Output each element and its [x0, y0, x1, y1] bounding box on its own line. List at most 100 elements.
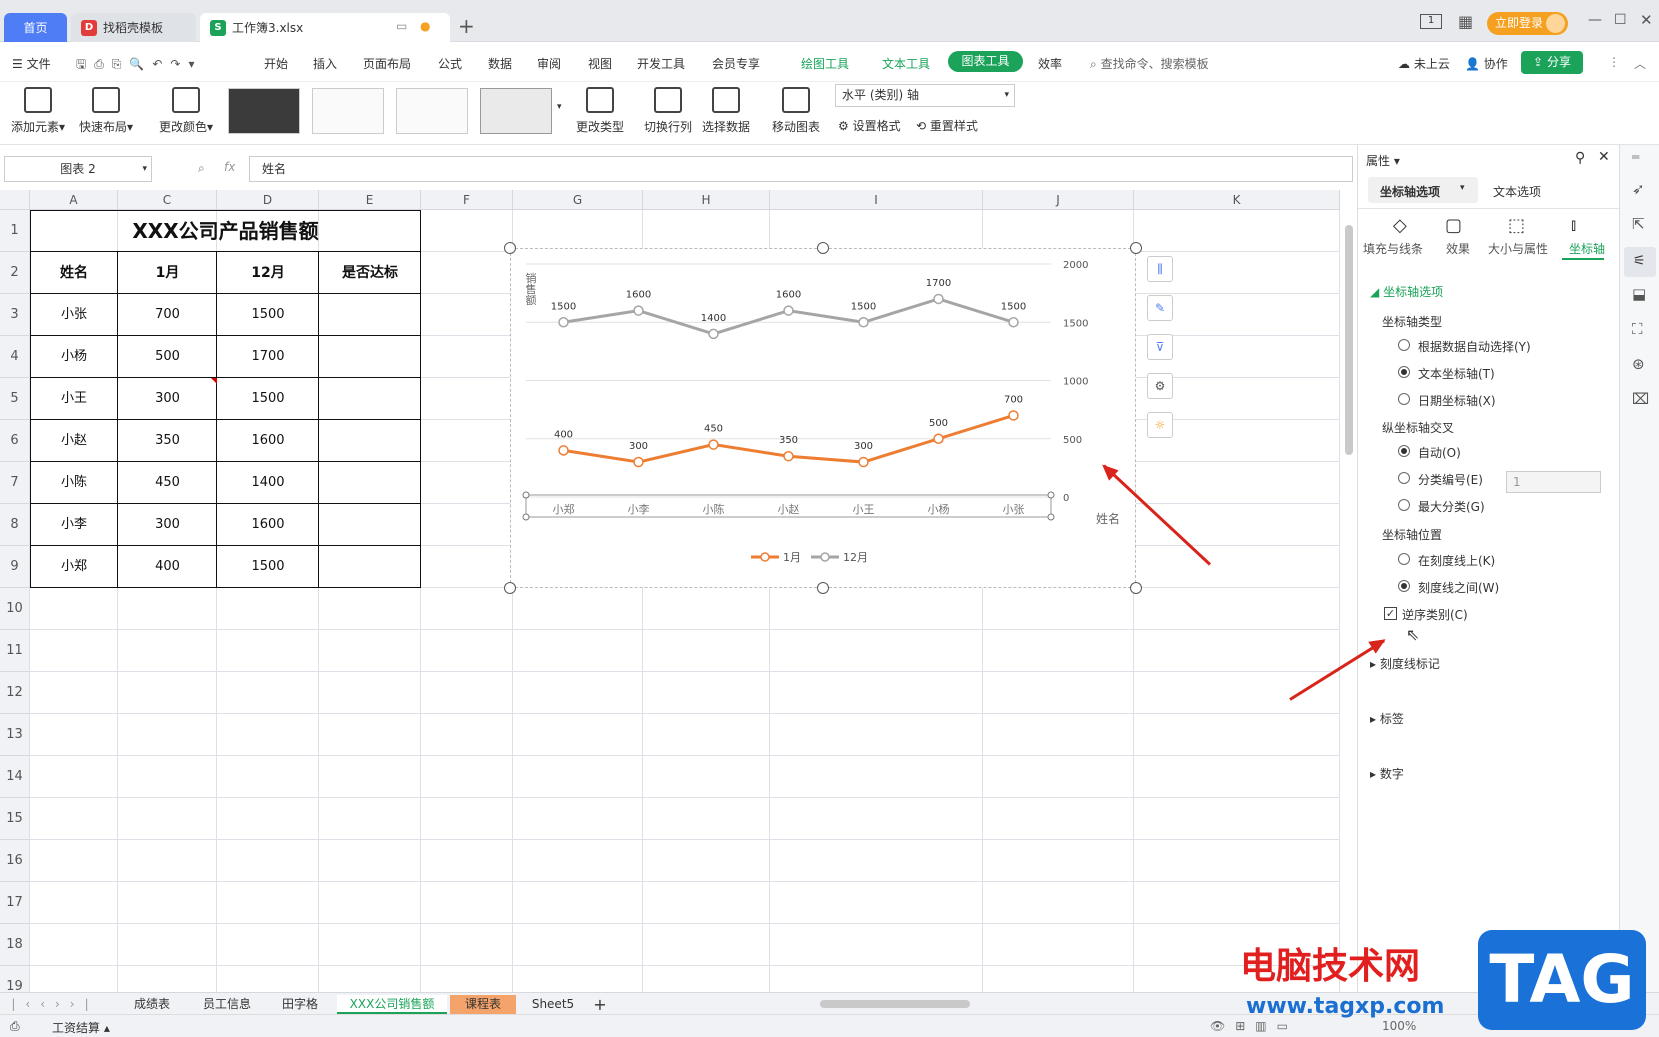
- grid-apps-icon[interactable]: ▦: [1458, 12, 1473, 31]
- radio-on-tick[interactable]: [1398, 553, 1410, 565]
- row-header-17[interactable]: 17: [0, 882, 30, 924]
- row-header-4[interactable]: 4: [0, 336, 30, 378]
- section-labels[interactable]: ▸ 标签: [1370, 710, 1404, 727]
- monitor-icon[interactable]: ▭: [396, 19, 407, 33]
- row-header-8[interactable]: 8: [0, 504, 30, 546]
- section-tick-marks[interactable]: ▸ 刻度线标记: [1370, 655, 1440, 672]
- table-cell[interactable]: 1500: [217, 294, 319, 336]
- sheet-tab-5[interactable]: 课程表: [450, 995, 516, 1014]
- radio-cross-auto[interactable]: [1398, 445, 1410, 457]
- tab-workbook[interactable]: S 工作簿3.xlsx ▭ ●: [200, 13, 450, 42]
- add-sheet-button[interactable]: +: [590, 995, 610, 1014]
- switch-rowcol-button[interactable]: 切换行列: [640, 85, 696, 135]
- select-data-button[interactable]: 选择数据: [698, 85, 754, 135]
- table-cell[interactable]: 1600: [217, 504, 319, 546]
- row-header-19[interactable]: 19: [0, 966, 30, 992]
- col-header-J[interactable]: J: [983, 190, 1134, 210]
- panel-close-icon[interactable]: ✕: [1598, 149, 1610, 165]
- zoom-level[interactable]: 100%: [1382, 1019, 1416, 1033]
- tab-find-template[interactable]: D 找稻壳模板: [71, 13, 196, 42]
- tab-axis-options[interactable]: 坐标轴选项 ▾: [1368, 177, 1478, 203]
- row-header-1[interactable]: 1: [0, 210, 30, 252]
- pin-icon[interactable]: ⚲: [1575, 150, 1585, 166]
- table-cell[interactable]: 400: [118, 546, 217, 588]
- more-icon[interactable]: ⋮: [1608, 55, 1620, 69]
- table-cell[interactable]: 700: [118, 294, 217, 336]
- col-header-H[interactable]: H: [643, 190, 770, 210]
- sheet-tab-2[interactable]: 员工信息: [192, 995, 262, 1014]
- chart-style-thumb-2[interactable]: [312, 88, 384, 134]
- menu-start[interactable]: 开始: [264, 55, 288, 72]
- series-line-12月[interactable]: [563, 297, 1014, 336]
- table-cell[interactable]: 小李: [30, 504, 118, 546]
- radio-cross-number[interactable]: [1398, 472, 1410, 484]
- table-cell[interactable]: 500: [118, 336, 217, 378]
- table-cell[interactable]: 300: [118, 504, 217, 546]
- command-search[interactable]: ⌕ 查找命令、搜索模板: [1090, 55, 1209, 72]
- table-cell[interactable]: 300: [118, 378, 217, 420]
- section-number[interactable]: ▸ 数字: [1370, 765, 1404, 782]
- row-header-2[interactable]: 2: [0, 252, 30, 294]
- style-more-icon[interactable]: ▾: [557, 102, 562, 112]
- resize-handle-br[interactable]: [1130, 582, 1142, 594]
- table-header-cell[interactable]: 12月: [217, 252, 319, 294]
- col-header-C[interactable]: C: [118, 190, 217, 210]
- reverse-order-checkbox[interactable]: ✓: [1384, 607, 1397, 620]
- backup-icon[interactable]: ⊛: [1632, 355, 1645, 373]
- radio-date-axis[interactable]: [1398, 393, 1410, 405]
- legend-marker[interactable]: [820, 552, 830, 562]
- chart-settings-icon[interactable]: ⚙: [1147, 373, 1173, 399]
- row-header-18[interactable]: 18: [0, 924, 30, 966]
- menu-developer[interactable]: 开发工具: [637, 55, 685, 72]
- radio-text-axis[interactable]: [1398, 366, 1410, 378]
- menu-draw-tool[interactable]: 绘图工具: [801, 55, 849, 72]
- data-point[interactable]: [708, 439, 719, 450]
- table-cell[interactable]: [319, 420, 421, 462]
- status-workbook[interactable]: 工资结算 ▴: [52, 1019, 110, 1036]
- change-color-button[interactable]: 更改颜色▾: [156, 85, 216, 135]
- select-all-corner[interactable]: [0, 190, 30, 210]
- data-point[interactable]: [933, 293, 944, 305]
- row-header-14[interactable]: 14: [0, 756, 30, 798]
- col-header-K[interactable]: K: [1134, 190, 1340, 210]
- change-type-button[interactable]: 更改类型: [572, 85, 628, 135]
- property-toggle-icon[interactable]: ⚟: [1624, 247, 1656, 277]
- new-tab-button[interactable]: +: [458, 14, 475, 38]
- table-cell[interactable]: 1600: [217, 420, 319, 462]
- menu-page-layout[interactable]: 页面布局: [363, 55, 411, 72]
- table-cell[interactable]: 350: [118, 420, 217, 462]
- add-element-button[interactable]: 添加元素▾: [8, 85, 68, 135]
- row-header-3[interactable]: 3: [0, 294, 30, 336]
- table-cell[interactable]: 小郑: [30, 546, 118, 588]
- section-axis-options[interactable]: ◢ 坐标轴选项: [1370, 283, 1443, 300]
- menu-formula[interactable]: 公式: [438, 55, 462, 72]
- table-cell[interactable]: 1500: [217, 546, 319, 588]
- menu-data[interactable]: 数据: [488, 55, 512, 72]
- col-header-A[interactable]: A: [30, 190, 118, 210]
- subtab-fill-line[interactable]: 填充与线条: [1363, 240, 1423, 257]
- formula-input[interactable]: 姓名: [249, 156, 1353, 182]
- data-point[interactable]: [783, 305, 794, 316]
- data-point[interactable]: [858, 317, 869, 328]
- data-point[interactable]: [783, 450, 794, 462]
- table-cell[interactable]: [319, 462, 421, 504]
- chart-style-thumb-4[interactable]: [480, 88, 552, 134]
- cross-number-input[interactable]: 1: [1506, 471, 1601, 493]
- table-header-cell[interactable]: 1月: [118, 252, 217, 294]
- resize-handle-tr[interactable]: [1130, 242, 1142, 254]
- subtab-axis[interactable]: 坐标轴: [1569, 240, 1605, 257]
- resize-handle-tl[interactable]: [504, 242, 516, 254]
- zoom-icon[interactable]: ⌕: [198, 161, 205, 176]
- row-header-16[interactable]: 16: [0, 840, 30, 882]
- quick-layout-button[interactable]: 快速布局▾: [76, 85, 136, 135]
- data-point[interactable]: [633, 456, 644, 468]
- data-point[interactable]: [558, 317, 569, 328]
- chart-style-thumb-3[interactable]: [396, 88, 468, 134]
- table-cell[interactable]: 1400: [217, 462, 319, 504]
- collapse-panel-icon[interactable]: ═: [1632, 150, 1639, 164]
- vertical-scroll-thumb[interactable]: [1345, 225, 1353, 455]
- name-box[interactable]: 图表 2 ▾: [4, 156, 152, 182]
- subtab-effect[interactable]: 效果: [1446, 240, 1470, 257]
- axis-selection-handle[interactable]: [1047, 513, 1055, 521]
- col-header-G[interactable]: G: [513, 190, 643, 210]
